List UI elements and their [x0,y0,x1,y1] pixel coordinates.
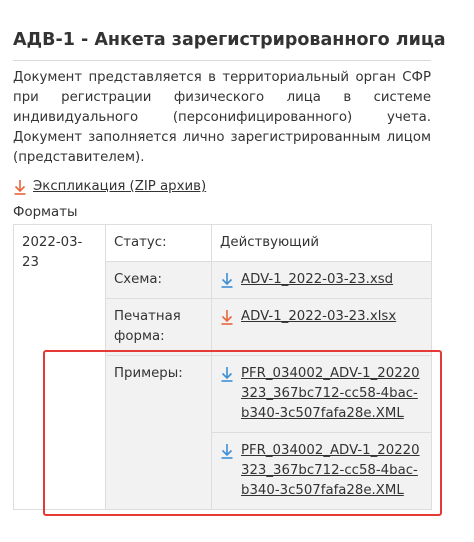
table-row: 2022-03-23 Статус: Действующий [13,224,432,510]
example-download[interactable]: PFR_034002_ADV-1_20220323_367bc712-cc58-… [220,364,423,424]
print-form-label: Печатная форма: [105,298,212,356]
formats-table: 2022-03-23 Статус: Действующий Схема: AD… [13,224,432,510]
title-divider [13,60,431,61]
status-label: Статус: [105,224,212,262]
schema-download[interactable]: ADV-1_2022-03-23.xsd [220,270,423,290]
format-date: 2022-03-23 [13,224,106,510]
download-icon [221,367,233,382]
schema-file-link[interactable]: ADV-1_2022-03-23.xsd [241,270,393,290]
download-icon [221,444,233,459]
examples-label: Примеры: [105,355,212,510]
page-title: АДВ-1 - Анкета зарегистрированного лица [13,30,446,50]
download-icon [221,310,233,325]
page-description: Документ представляется в территориальны… [13,70,431,165]
schema-label: Схема: [105,261,212,299]
download-icon [14,180,26,195]
download-icon [221,273,233,288]
formats-label: Форматы [13,205,78,220]
example-file-link[interactable]: PFR_034002_ADV-1_20220323_367bc712-cc58-… [241,441,423,501]
example-file-link[interactable]: PFR_034002_ADV-1_20220323_367bc712-cc58-… [241,364,423,424]
example-download[interactable]: PFR_034002_ADV-1_20220323_367bc712-cc58-… [220,441,423,501]
status-value: Действующий [211,224,432,262]
print-form-download[interactable]: ADV-1_2022-03-23.xlsx [220,307,423,327]
explication-link[interactable]: Экспликация (ZIP архив) [33,177,206,197]
explication-download[interactable]: Экспликация (ZIP архив) [13,177,206,197]
print-form-file-link[interactable]: ADV-1_2022-03-23.xlsx [241,307,396,327]
